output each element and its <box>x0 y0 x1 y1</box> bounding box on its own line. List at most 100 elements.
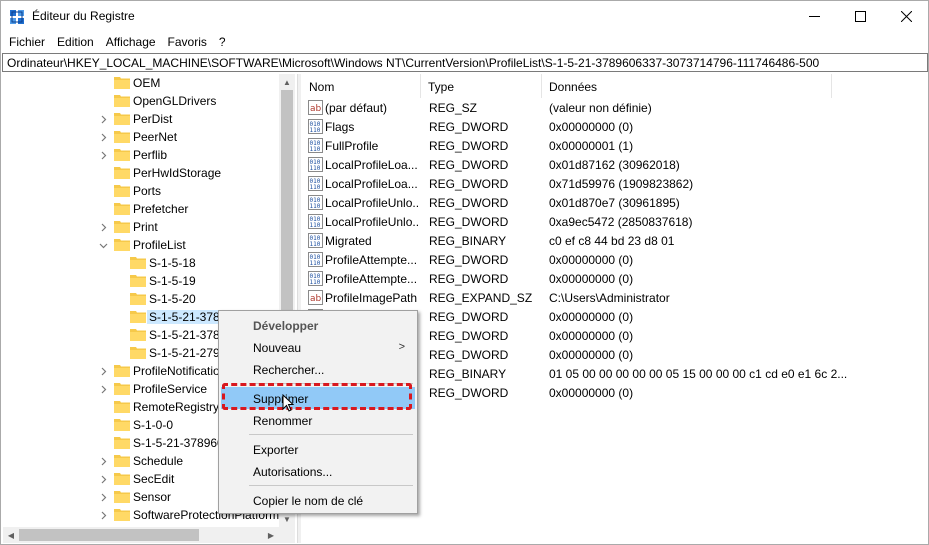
close-icon <box>900 11 912 22</box>
folder-icon <box>114 507 130 521</box>
value-row[interactable]: 010 110 FullProfile REG_DWORD 0x00000001 (1) <box>302 136 928 155</box>
context-item-renommer[interactable]: Renommer <box>221 409 415 431</box>
tree-item[interactable]: S-1-5-18 <box>3 254 281 272</box>
menu-affichage[interactable]: Affichage <box>100 32 162 52</box>
chevron-right-icon[interactable] <box>98 365 108 377</box>
value-row[interactable]: 010 110 ProfileAttempte... REG_DWORD 0x00000… <box>302 250 928 269</box>
value-row[interactable]: 010 110 LocalProfileUnlo... REG_DWORD 0x01d8… <box>302 193 928 212</box>
value-type: REG_DWORD <box>429 120 509 134</box>
folder-icon <box>114 435 130 449</box>
value-name: Flags <box>325 120 355 134</box>
tree-item[interactable]: Print <box>3 218 281 236</box>
value-data: 0x00000000 (0) <box>549 348 634 362</box>
minimize-button[interactable] <box>791 1 837 32</box>
context-item-exporter[interactable]: Exporter <box>221 438 415 460</box>
value-row[interactable]: ab (par défaut) REG_SZ (valeur non définie) <box>302 98 928 117</box>
tree-item-label: S-1-0-0 <box>133 418 174 432</box>
svg-text:110: 110 <box>310 165 321 172</box>
chevron-right-icon[interactable] <box>98 383 108 395</box>
value-name: ProfileImagePath <box>325 291 418 305</box>
binary-value-icon: 010110 <box>308 214 323 229</box>
tree-item[interactable]: OpenGLDrivers <box>3 92 281 110</box>
context-separator <box>249 485 413 486</box>
context-item-autorisations[interactable]: Autorisations... <box>221 460 415 482</box>
chevron-right-icon[interactable] <box>98 131 108 143</box>
value-type: REG_DWORD <box>429 386 509 400</box>
value-data: 0x00000001 (1) <box>549 139 634 153</box>
scroll-left-icon[interactable]: ◀ <box>3 527 19 543</box>
context-item-nouveau[interactable]: Nouveau > <box>221 336 415 358</box>
tree-item-label: Prefetcher <box>133 202 189 216</box>
tree-item[interactable]: Perflib <box>3 146 281 164</box>
binary-value-icon: 010110 <box>308 195 323 210</box>
tree-item[interactable]: PerDist <box>3 110 281 128</box>
chevron-right-icon[interactable] <box>98 221 108 233</box>
menu-edition[interactable]: Edition <box>51 32 100 52</box>
value-type: REG_BINARY <box>429 367 507 381</box>
context-item-copier-nom[interactable]: Copier le nom de clé <box>221 489 415 511</box>
value-data: 0x01d870e7 (30961895) <box>549 196 680 210</box>
tree-item[interactable]: PeerNet <box>3 128 281 146</box>
scroll-right-icon[interactable]: ▶ <box>263 527 279 543</box>
folder-icon <box>114 183 130 197</box>
folder-icon <box>130 345 146 359</box>
tree-item[interactable]: Prefetcher <box>3 200 281 218</box>
tree-item-label: Print <box>133 220 158 234</box>
tree-item[interactable]: OEM <box>3 74 281 92</box>
registry-editor-window: Éditeur du Registre Fichier Edition Affi… <box>0 0 929 545</box>
folder-icon <box>130 309 146 323</box>
address-bar[interactable]: Ordinateur\HKEY_LOCAL_MACHINE\SOFTWARE\M… <box>2 53 928 72</box>
context-item-rechercher[interactable]: Rechercher... <box>221 358 415 380</box>
value-data: C:\Users\Administrator <box>549 291 670 305</box>
value-row[interactable]: 010 110 LocalProfileLoa... REG_DWORD 0x71d59… <box>302 174 928 193</box>
hscroll-thumb[interactable] <box>19 529 199 541</box>
column-header-data[interactable]: Données <box>542 74 832 98</box>
chevron-right-icon[interactable] <box>98 473 108 485</box>
folder-icon <box>114 75 130 89</box>
value-row[interactable]: 010 110 ProfileAttempte... REG_DWORD 0x00000… <box>302 269 928 288</box>
tree-horizontal-scrollbar[interactable]: ◀ ▶ <box>3 527 279 543</box>
scroll-up-icon[interactable]: ▲ <box>279 74 295 90</box>
tree-item-label: ProfileService <box>133 382 208 396</box>
context-item-developper[interactable]: Développer <box>221 314 415 336</box>
maximize-button[interactable] <box>837 1 883 32</box>
value-row[interactable]: 010 110 LocalProfileLoa... REG_DWORD 0x01d87… <box>302 155 928 174</box>
column-header-name[interactable]: Nom <box>302 74 421 98</box>
value-row[interactable]: ab ProfileImagePath REG_EXPAND_SZ C:\Users\… <box>302 288 928 307</box>
tree-item-label: Schedule <box>133 454 184 468</box>
binary-value-icon: 010110 <box>308 138 323 153</box>
value-data: c0 ef c8 44 bd 23 d8 01 <box>549 234 675 248</box>
title-bar: Éditeur du Registre <box>1 1 928 32</box>
folder-icon <box>130 273 146 287</box>
folder-icon <box>114 489 130 503</box>
menu-favoris[interactable]: Favoris <box>162 32 213 52</box>
svg-text:110: 110 <box>310 222 321 229</box>
value-row[interactable]: 010 110 LocalProfileUnlo... REG_DWORD 0xa9ec… <box>302 212 928 231</box>
value-data: (valeur non définie) <box>549 101 652 115</box>
tree-item[interactable]: Ports <box>3 182 281 200</box>
chevron-right-icon[interactable] <box>98 455 108 467</box>
menu-help[interactable]: ? <box>213 32 232 52</box>
tree-item-label: Perflib <box>133 148 168 162</box>
binary-value-icon: 010110 <box>308 233 323 248</box>
tree-item-label: SecEdit <box>133 472 175 486</box>
tree-item[interactable]: PerHwIdStorage <box>3 164 281 182</box>
tree-item-label: OpenGLDrivers <box>133 94 217 108</box>
tree-item[interactable]: S-1-5-19 <box>3 272 281 290</box>
chevron-right-icon[interactable] <box>98 491 108 503</box>
folder-icon <box>114 93 130 107</box>
column-header-type[interactable]: Type <box>421 74 542 98</box>
tree-item[interactable]: ProfileList <box>3 236 281 254</box>
tree-item-label: S-1-5-21-3789 <box>147 310 229 324</box>
tree-item[interactable]: S-1-5-20 <box>3 290 281 308</box>
menu-fichier[interactable]: Fichier <box>3 32 51 52</box>
chevron-right-icon[interactable] <box>98 149 108 161</box>
value-row[interactable]: 010 110 Migrated REG_BINARY c0 ef c8 44 bd 2… <box>302 231 928 250</box>
value-row[interactable]: 010 110 Flags REG_DWORD 0x00000000 (0) <box>302 117 928 136</box>
close-button[interactable] <box>883 1 929 32</box>
svg-text:ab: ab <box>310 104 322 114</box>
chevron-right-icon[interactable] <box>98 113 108 125</box>
value-type: REG_DWORD <box>429 196 509 210</box>
chevron-right-icon[interactable] <box>98 509 108 521</box>
chevron-down-icon[interactable] <box>98 239 108 251</box>
